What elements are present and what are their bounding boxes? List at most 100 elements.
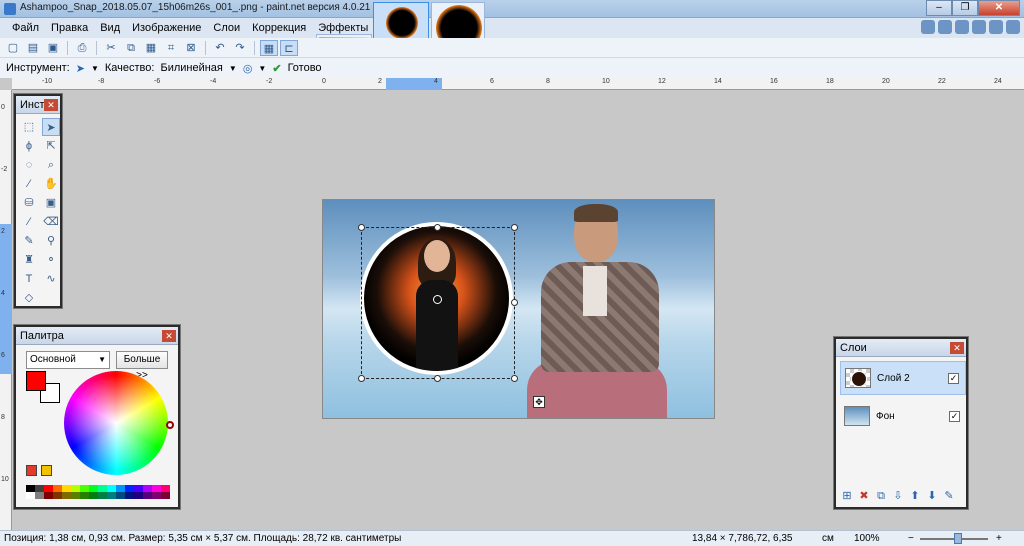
color-swatch[interactable]: [26, 492, 35, 499]
close-button[interactable]: ✕: [978, 0, 1020, 16]
close-icon[interactable]: ✕: [162, 330, 176, 342]
color-swatch[interactable]: [89, 492, 98, 499]
check-icon[interactable]: ✔: [272, 62, 281, 75]
paintbrush-icon[interactable]: ∕: [20, 213, 38, 231]
color-swatch[interactable]: [161, 492, 170, 499]
text-icon[interactable]: T: [20, 270, 38, 288]
primary-color-swatch[interactable]: [26, 371, 46, 391]
resize-handle[interactable]: [434, 224, 441, 231]
units-select[interactable]: см: [822, 531, 834, 546]
resize-handle[interactable]: [434, 375, 441, 382]
move-layer-up-icon[interactable]: ⬆: [908, 489, 922, 503]
line-curve-icon[interactable]: ∿: [42, 270, 60, 288]
color-swatch[interactable]: [116, 492, 125, 499]
new-icon[interactable]: ▢: [4, 40, 22, 56]
color-swatch[interactable]: [89, 485, 98, 492]
color-swatch[interactable]: [98, 485, 107, 492]
lasso-select-icon[interactable]: ϕ: [20, 137, 38, 155]
color-swatch[interactable]: [125, 492, 134, 499]
menu-view[interactable]: Вид: [94, 22, 126, 34]
pencil-icon[interactable]: ✎: [20, 232, 38, 250]
color-swatch[interactable]: [152, 485, 161, 492]
quality-select[interactable]: Билинейная: [160, 62, 222, 74]
palette-options-icon[interactable]: [41, 465, 52, 476]
print-icon[interactable]: ⎙: [73, 40, 91, 56]
color-swatch[interactable]: [62, 492, 71, 499]
help-icon[interactable]: [1006, 20, 1020, 34]
layer-visibility-checkbox[interactable]: ✓: [949, 410, 960, 422]
zoom-slider-handle[interactable]: [954, 533, 962, 544]
layer-visibility-checkbox[interactable]: ✓: [948, 372, 959, 384]
ellipse-select-icon[interactable]: ◌: [20, 156, 38, 174]
rotate-handle[interactable]: [511, 375, 518, 382]
history-window-icon[interactable]: [938, 20, 952, 34]
chevron-down-icon[interactable]: ▼: [258, 64, 266, 73]
crop-icon[interactable]: ⌗: [162, 40, 180, 56]
color-swatch[interactable]: [71, 492, 80, 499]
move-selected-icon[interactable]: ➤: [42, 118, 60, 136]
restore-button[interactable]: ❐: [952, 0, 978, 16]
cut-icon[interactable]: ✂: [102, 40, 120, 56]
finish-button[interactable]: Готово: [288, 62, 322, 74]
color-swatch[interactable]: [44, 492, 53, 499]
color-swatch[interactable]: [35, 492, 44, 499]
zoom-in-icon[interactable]: +: [996, 531, 1002, 546]
layer-row-layer-2[interactable]: Слой 2 ✓: [840, 361, 966, 395]
close-icon[interactable]: ✕: [44, 99, 58, 111]
color-swatch[interactable]: [62, 485, 71, 492]
menu-file[interactable]: Файл: [6, 22, 45, 34]
layer-properties-icon[interactable]: ✎: [942, 489, 956, 503]
zoom-out-icon[interactable]: −: [908, 531, 914, 546]
deselect-icon[interactable]: ⊠: [182, 40, 200, 56]
resize-handle[interactable]: [358, 375, 365, 382]
color-swatch[interactable]: [143, 492, 152, 499]
color-swatch[interactable]: [152, 492, 161, 499]
magic-wand-icon[interactable]: ⁄: [20, 175, 38, 193]
gradient-icon[interactable]: ▣: [42, 194, 60, 212]
color-swatch[interactable]: [53, 485, 62, 492]
rectangle-select-icon[interactable]: ⬚: [20, 118, 38, 136]
colors-window-icon[interactable]: [972, 20, 986, 34]
resize-handle[interactable]: [358, 224, 365, 231]
tools-window-icon[interactable]: [921, 20, 935, 34]
more-button[interactable]: Больше >>: [116, 351, 168, 381]
palette-mode-select[interactable]: Основной ▼: [26, 351, 110, 369]
redo-icon[interactable]: ↷: [231, 40, 249, 56]
color-swatch[interactable]: [80, 485, 89, 492]
paste-icon[interactable]: ▦: [142, 40, 160, 56]
menu-adjustments[interactable]: Коррекция: [246, 22, 312, 34]
clone-stamp-icon[interactable]: ♜: [20, 251, 38, 269]
menu-layers[interactable]: Слои: [207, 22, 246, 34]
color-wheel-marker[interactable]: [166, 421, 174, 429]
menu-effects[interactable]: Эффекты: [312, 22, 374, 34]
resize-handle[interactable]: [511, 224, 518, 231]
recolor-icon[interactable]: ⚬: [42, 251, 60, 269]
move-selected-tool-icon[interactable]: ➤: [76, 62, 85, 75]
settings-icon[interactable]: [989, 20, 1003, 34]
swap-colors-icon[interactable]: [26, 465, 37, 476]
color-swatch[interactable]: [26, 485, 35, 492]
pan-icon[interactable]: ✋: [42, 175, 60, 193]
duplicate-layer-icon[interactable]: ⧉: [874, 489, 888, 503]
move-selection-icon[interactable]: ⇱: [42, 137, 60, 155]
blend-mode-icon[interactable]: ◎: [243, 62, 253, 75]
color-swatch[interactable]: [53, 492, 62, 499]
color-swatch[interactable]: [98, 492, 107, 499]
delete-layer-icon[interactable]: ✖: [857, 489, 871, 503]
color-swatch[interactable]: [134, 485, 143, 492]
color-swatch[interactable]: [107, 485, 116, 492]
color-swatch[interactable]: [71, 485, 80, 492]
close-icon[interactable]: ✕: [950, 342, 964, 354]
color-swatch[interactable]: [125, 485, 134, 492]
image-canvas[interactable]: ✥: [322, 199, 715, 419]
menu-image[interactable]: Изображение: [126, 22, 207, 34]
grid-icon[interactable]: ▦: [260, 39, 278, 56]
rotation-center-icon[interactable]: [433, 295, 442, 304]
chevron-down-icon[interactable]: ▼: [91, 64, 99, 73]
color-swatch[interactable]: [44, 485, 53, 492]
eraser-icon[interactable]: ⌫: [42, 213, 60, 231]
color-picker-icon[interactable]: ⚲: [42, 232, 60, 250]
color-swatch[interactable]: [161, 485, 170, 492]
undo-icon[interactable]: ↶: [211, 40, 229, 56]
color-swatch[interactable]: [143, 485, 152, 492]
